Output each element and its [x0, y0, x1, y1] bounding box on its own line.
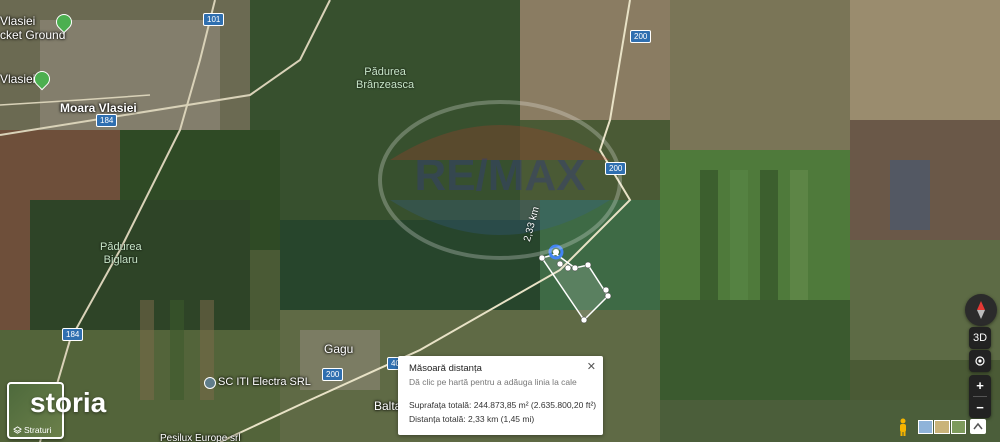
close-icon[interactable]: ✕ — [587, 360, 596, 373]
road-badge-184: 184 — [96, 114, 118, 127]
measure-card-total-distance: Distanța totală: 2,33 km (1,45 mi) — [409, 414, 535, 424]
location-icon — [975, 356, 985, 366]
road-badge-101: 101 — [203, 13, 225, 26]
measure-card-total-area: Suprafața totală: 244.873,85 m² (2.635.8… — [409, 400, 597, 410]
imagery-thumbnail[interactable] — [918, 420, 934, 434]
road-badge-184: 184 — [62, 328, 84, 341]
storia-logo: storia — [30, 387, 107, 418]
imagery-thumbnail[interactable] — [950, 420, 966, 434]
imagery-thumbnails[interactable] — [918, 420, 966, 434]
zoom-controls: + − — [969, 375, 991, 418]
map-viewport[interactable]: RE/MAX Vlasiei cket Ground Vlasiei 2 Moa… — [0, 0, 1000, 442]
zoom-in-button[interactable]: + — [969, 375, 991, 396]
business-pin-icon[interactable] — [204, 377, 216, 389]
measure-card-hint: Dă clic pe hartă pentru a adăuga linia l… — [409, 377, 577, 387]
compass-icon[interactable] — [965, 294, 997, 326]
place-gagu[interactable]: Gagu — [324, 342, 353, 356]
zoom-out-button[interactable]: − — [969, 397, 991, 418]
place-moara-vlasiei[interactable]: Moara Vlasiei — [60, 101, 137, 115]
forest-branzeasca[interactable]: Pădurea Brânzeasca — [356, 66, 414, 92]
layers-icon — [13, 425, 22, 434]
business-electra[interactable]: SC ITI Electra SRL — [218, 376, 311, 388]
road-badge-200: 200 — [630, 30, 652, 43]
pegman-icon[interactable] — [898, 418, 908, 436]
road-badge-200: 200 — [605, 162, 627, 175]
road-badge-200: 200 — [322, 368, 344, 381]
layers-label: Straturi — [24, 425, 52, 435]
imagery-thumbnail[interactable] — [934, 420, 950, 434]
3d-button[interactable]: 3D — [969, 327, 991, 349]
place-pesilux[interactable]: Pesilux Europe srl — [160, 433, 241, 442]
expand-icon[interactable] — [970, 419, 986, 434]
measure-card-title: Măsoară distanța — [409, 363, 482, 374]
my-location-button[interactable] — [969, 350, 991, 372]
forest-biglaru[interactable]: Pădurea Biglaru — [100, 241, 142, 267]
measure-distance-card: Măsoară distanța ✕ Dă clic pe hartă pent… — [398, 356, 603, 435]
